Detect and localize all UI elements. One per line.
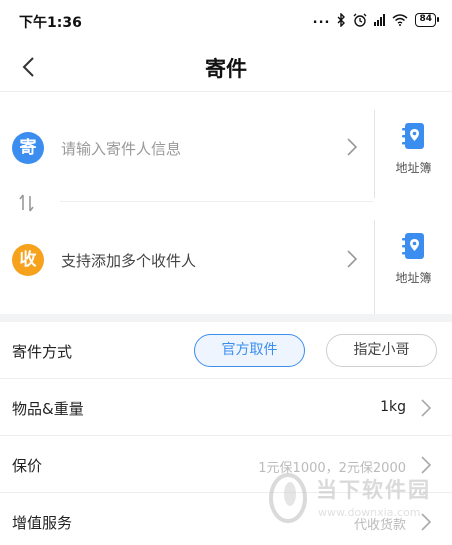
shipping-method-label: 寄件方式 [12,343,73,361]
status-time: 下午1:36 [19,15,82,31]
more-dots-icon: ... [312,12,331,27]
sender-placeholder: 请输入寄件人信息 [61,140,182,158]
watermark: 当下软件园 www.downxia.com [268,468,448,530]
section-gap [0,314,452,322]
chevron-right-icon [347,138,358,156]
sender-row[interactable]: 寄 请输入寄件人信息 [0,110,374,185]
watermark-url: www.downxia.com [318,506,421,519]
receiver-row[interactable]: 收 支持添加多个收件人 [0,222,374,297]
chevron-right-icon [347,250,358,268]
shipping-method-row: 寄件方式 官方取件 指定小哥 [0,322,452,379]
chevron-right-icon [421,399,432,417]
items-weight-label: 物品&重量 [12,400,84,418]
items-weight-value: 1kg [380,399,406,415]
header: 寄件 [0,42,452,92]
address-card: 寄 请输入寄件人信息 地址簿 收 支持添加多个收件人 地址簿 [0,92,452,316]
alarm-icon [354,13,367,27]
official-pickup-button[interactable]: 官方取件 [194,334,305,367]
sender-badge: 寄 [12,132,44,164]
address-book-icon [401,233,424,259]
receiver-text: 支持添加多个收件人 [61,252,197,270]
signal-icon [374,13,386,26]
wifi-icon [392,13,408,26]
sender-address-book-button[interactable]: 地址簿 [375,122,452,202]
watermark-text: 当下软件园 [316,478,431,502]
swap-icon[interactable] [16,192,38,214]
divider [60,201,374,202]
address-book-label: 地址簿 [395,271,432,285]
bluetooth-icon [337,12,346,27]
insurance-label: 保价 [12,457,43,475]
page-title: 寄件 [205,57,247,81]
address-book-icon [401,123,424,149]
receiver-address-book-button[interactable]: 地址簿 [375,232,452,312]
battery-icon: 84 [415,12,439,27]
items-weight-row[interactable]: 物品&重量 1kg [0,379,452,436]
watermark-logo-icon [269,473,307,523]
status-bar: 下午1:36 ... 84 [0,0,452,42]
receiver-badge: 收 [12,244,44,276]
status-icons: ... 84 [312,12,439,27]
assign-courier-button[interactable]: 指定小哥 [326,334,437,367]
value-added-service-label: 增值服务 [12,514,73,532]
address-book-label: 地址簿 [395,161,432,175]
